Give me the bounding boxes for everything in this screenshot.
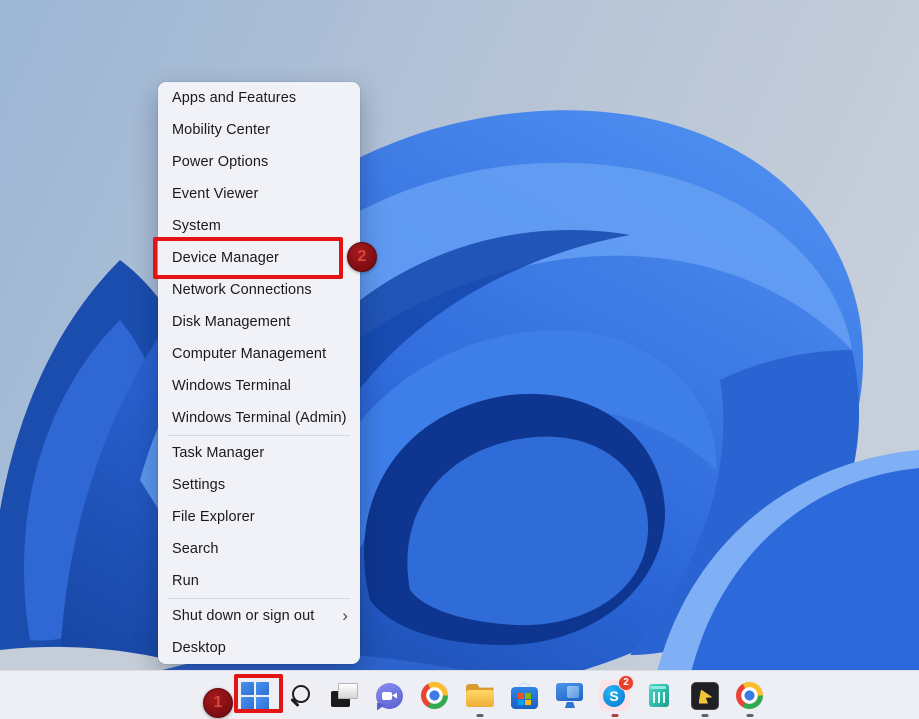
teams-chat-button[interactable] (367, 671, 412, 719)
skype-button[interactable]: S 2 (592, 671, 637, 719)
pc-display-button[interactable] (547, 671, 592, 719)
skype-icon: S 2 (599, 680, 630, 711)
menu-item-shut-down-or-sign-out[interactable]: Shut down or sign out › (158, 600, 360, 632)
menu-item-task-manager[interactable]: Task Manager (158, 437, 360, 469)
monitor-icon (556, 683, 583, 708)
menu-item-mobility-center[interactable]: Mobility Center (158, 114, 360, 146)
step-2-badge: 2 (347, 242, 377, 272)
winx-menu: Apps and Features Mobility Center Power … (158, 82, 360, 664)
chrome-secondary-button[interactable] (727, 671, 772, 719)
menu-item-search[interactable]: Search (158, 533, 360, 565)
menu-separator (168, 598, 350, 599)
chrome-icon (736, 682, 763, 709)
dark-annotation-app-button[interactable] (682, 671, 727, 719)
teal-building-app-button[interactable] (637, 671, 682, 719)
desktop: Apps and Features Mobility Center Power … (0, 0, 919, 719)
menu-item-file-explorer[interactable]: File Explorer (158, 501, 360, 533)
menu-item-windows-terminal-admin[interactable]: Windows Terminal (Admin) (158, 402, 360, 434)
menu-item-run[interactable]: Run (158, 565, 360, 597)
chrome-icon (421, 682, 448, 709)
menu-item-power-options[interactable]: Power Options (158, 146, 360, 178)
taskbar: S 2 (0, 670, 919, 719)
teal-building-icon (646, 682, 673, 709)
chrome-button[interactable] (412, 671, 457, 719)
step-1-badge: 1 (203, 688, 233, 718)
menu-item-computer-management[interactable]: Computer Management (158, 338, 360, 370)
menu-item-apps-and-features[interactable]: Apps and Features (158, 82, 360, 114)
desktop-wallpaper (0, 0, 919, 719)
dark-app-icon (691, 682, 719, 710)
menu-separator (168, 435, 350, 436)
menu-item-disk-management[interactable]: Disk Management (158, 306, 360, 338)
task-view-button[interactable] (322, 671, 367, 719)
device-manager-highlight-box (153, 237, 343, 279)
video-camera-icon (382, 692, 392, 700)
menu-item-label: Shut down or sign out (172, 600, 314, 632)
menu-item-event-viewer[interactable]: Event Viewer (158, 178, 360, 210)
search-icon (287, 683, 312, 708)
folder-icon (466, 684, 494, 707)
file-explorer-button[interactable] (457, 671, 502, 719)
menu-item-windows-terminal[interactable]: Windows Terminal (158, 370, 360, 402)
store-bag-icon (511, 682, 538, 709)
skype-notification-badge: 2 (618, 675, 634, 691)
menu-item-desktop[interactable]: Desktop (158, 632, 360, 664)
search-button[interactable] (277, 671, 322, 719)
chat-bubble-icon (376, 683, 403, 709)
task-view-icon (331, 683, 358, 708)
chevron-right-icon: › (342, 600, 348, 632)
start-button-highlight-box (234, 674, 283, 713)
taskbar-icon-row: S 2 (232, 671, 772, 719)
menu-item-settings[interactable]: Settings (158, 469, 360, 501)
microsoft-store-button[interactable] (502, 671, 547, 719)
